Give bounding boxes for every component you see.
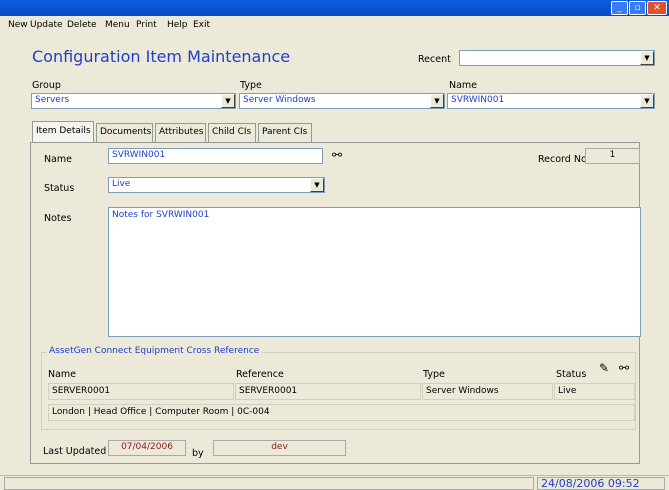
tab-child-cis[interactable]: Child CIs — [208, 123, 256, 142]
status-select[interactable]: Live — [108, 177, 325, 193]
window-titlebar — [0, 0, 669, 16]
column-header-status: Status — [556, 369, 587, 380]
cell-location[interactable]: London | Head Office | Computer Room | 0… — [48, 404, 635, 421]
group-select[interactable]: Servers — [31, 93, 236, 109]
last-updated-value: 07/04/2006 — [108, 440, 186, 456]
binoculars-search-icon[interactable]: ⚯ — [619, 362, 629, 374]
updated-by-value: dev — [213, 440, 346, 456]
cell-name[interactable]: SERVER0001 — [48, 383, 234, 400]
minimize-button[interactable]: _ — [611, 1, 628, 15]
status-panel-message — [4, 477, 534, 490]
type-dropdown-arrow-icon[interactable]: ▼ — [430, 94, 444, 108]
recent-label: Recent — [418, 54, 451, 65]
binoculars-icon[interactable]: ⚯ — [332, 149, 342, 161]
notes-textarea[interactable]: Notes for SVRWIN001 — [108, 207, 641, 337]
menu-update[interactable]: Update — [30, 20, 63, 30]
close-button[interactable]: ✕ — [647, 1, 667, 15]
page-title: Configuration Item Maintenance — [32, 47, 291, 66]
cross-reference-title: AssetGen Connect Equipment Cross Referen… — [47, 346, 262, 356]
name-filter-select[interactable]: SVRWIN001 — [447, 93, 655, 109]
group-label: Group — [32, 80, 61, 91]
magic-wand-icon[interactable]: ✎ — [599, 362, 609, 374]
name-filter-label: Name — [449, 80, 478, 91]
record-no-label: Record No: — [538, 154, 590, 165]
cell-status[interactable]: Live — [554, 383, 635, 400]
name-input[interactable]: SVRWIN001 — [108, 148, 323, 164]
menu-exit[interactable]: Exit — [193, 20, 210, 30]
tab-documents[interactable]: Documents — [96, 123, 153, 142]
menu-new[interactable]: New — [8, 20, 28, 30]
maximize-button[interactable]: ▫ — [629, 1, 646, 15]
notes-label: Notes — [44, 213, 72, 224]
cell-type[interactable]: Server Windows — [422, 383, 553, 400]
cell-reference[interactable]: SERVER0001 — [235, 383, 421, 400]
recent-dropdown-arrow-icon[interactable]: ▼ — [640, 51, 654, 65]
menu-help[interactable]: Help — [167, 20, 188, 30]
group-dropdown-arrow-icon[interactable]: ▼ — [221, 94, 235, 108]
type-select[interactable]: Server Windows — [239, 93, 445, 109]
menu-delete[interactable]: Delete — [67, 20, 97, 30]
name-label: Name — [44, 154, 73, 165]
tab-attributes[interactable]: Attributes — [155, 123, 206, 142]
by-label: by — [192, 448, 204, 459]
recent-select[interactable] — [459, 50, 655, 66]
menu-menu[interactable]: Menu — [105, 20, 130, 30]
last-updated-label: Last Updated — [43, 446, 107, 457]
type-label: Type — [240, 80, 262, 91]
menu-bar — [0, 16, 669, 34]
column-header-reference: Reference — [236, 369, 284, 380]
column-header-name: Name — [48, 369, 77, 380]
record-no-value: 1 — [585, 148, 640, 164]
name-filter-dropdown-arrow-icon[interactable]: ▼ — [640, 94, 654, 108]
column-header-type: Type — [423, 369, 445, 380]
menu-print[interactable]: Print — [136, 20, 157, 30]
status-label: Status — [44, 183, 75, 194]
tab-parent-cis[interactable]: Parent CIs — [258, 123, 312, 142]
tab-item-details[interactable]: Item Details — [32, 121, 94, 143]
status-panel-datetime: 24/08/2006 09:52 — [537, 477, 665, 490]
status-dropdown-arrow-icon[interactable]: ▼ — [310, 178, 324, 192]
